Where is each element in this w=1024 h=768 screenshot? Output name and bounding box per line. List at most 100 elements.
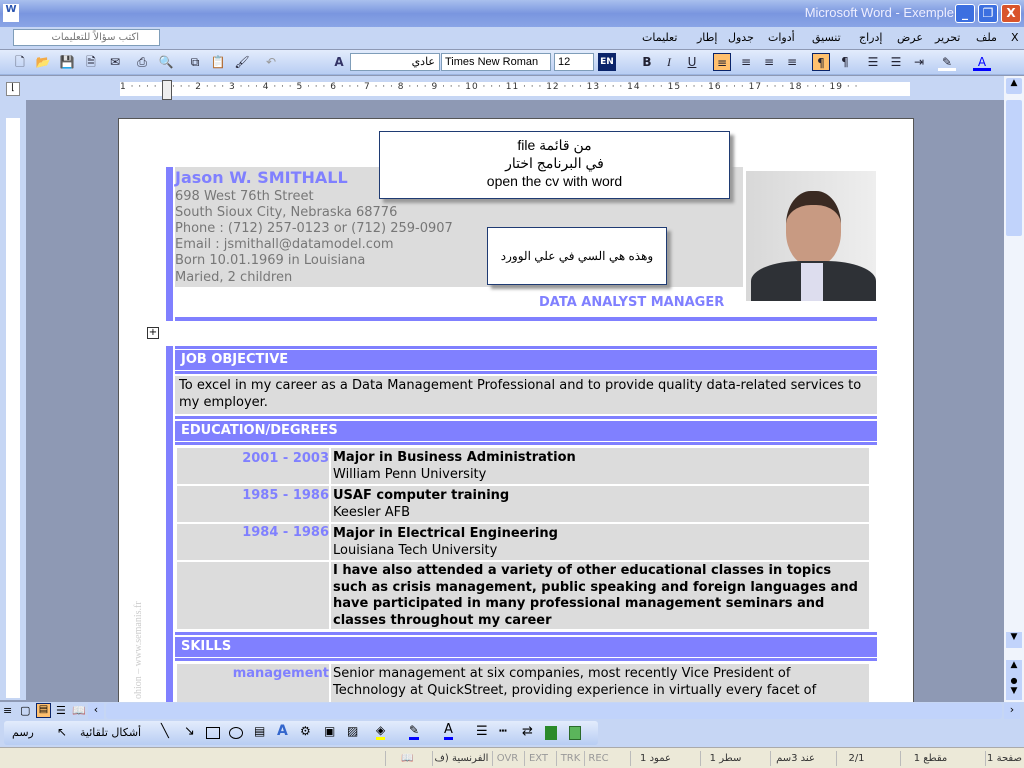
close-button[interactable]: X bbox=[1001, 4, 1021, 23]
horizontal-scroll-thumb[interactable] bbox=[106, 703, 1002, 719]
indent-icon[interactable]: ⇥ bbox=[910, 53, 928, 71]
wordart-icon[interactable]: A bbox=[277, 723, 288, 739]
align-center-icon[interactable]: ≡ bbox=[737, 53, 755, 71]
menu-frame[interactable]: إطار bbox=[697, 31, 717, 44]
ltr-icon[interactable]: ¶ bbox=[812, 53, 830, 71]
highlight-icon[interactable]: ✎ bbox=[938, 53, 956, 71]
scroll-down-arrow-icon[interactable]: ▼ bbox=[1006, 632, 1022, 648]
undo-icon[interactable]: ↶ bbox=[262, 53, 280, 71]
open-icon[interactable]: 📂 bbox=[34, 53, 52, 71]
callout-note[interactable]: وهذه هي السي في علي الوورد bbox=[487, 227, 667, 285]
dash-style-icon[interactable]: ┅ bbox=[499, 724, 507, 739]
font-select[interactable]: Times New Roman bbox=[441, 53, 551, 71]
styles-icon[interactable]: A bbox=[330, 53, 348, 71]
outline-view-icon[interactable]: ☰ bbox=[56, 704, 66, 717]
callout-line: في البرنامج اختار bbox=[505, 155, 604, 171]
numbering-icon[interactable]: ☰ bbox=[864, 53, 882, 71]
print-icon[interactable]: ⎙ bbox=[133, 53, 151, 71]
menu-edit[interactable]: تحرير bbox=[935, 31, 960, 44]
status-ext[interactable]: EXT bbox=[524, 751, 552, 766]
reading-view-icon[interactable]: 📖 bbox=[72, 704, 86, 717]
language-button[interactable]: EN bbox=[598, 53, 616, 71]
diagram-icon[interactable]: ⚙ bbox=[300, 724, 311, 738]
close-document-button[interactable]: X bbox=[1011, 31, 1019, 44]
font-size-select[interactable]: 12 bbox=[554, 53, 594, 71]
profile-photo[interactable] bbox=[746, 171, 876, 301]
fill-color-icon[interactable]: ◈ bbox=[376, 723, 386, 740]
table-move-handle-icon[interactable]: + bbox=[147, 327, 159, 339]
normal-view-icon[interactable]: ≡ bbox=[3, 704, 12, 717]
arrow-icon[interactable]: ↘ bbox=[184, 724, 195, 739]
line-style-icon[interactable]: ☰ bbox=[476, 724, 488, 739]
scroll-up-arrow-icon[interactable]: ▲ bbox=[1006, 78, 1022, 94]
vertical-ruler[interactable] bbox=[6, 118, 20, 698]
line-icon[interactable]: ╲ bbox=[161, 724, 169, 739]
scroll-left-arrow-icon[interactable]: ‹ bbox=[88, 703, 104, 719]
menu-format[interactable]: تنسيق bbox=[812, 31, 841, 44]
section-rule bbox=[175, 346, 877, 349]
browse-object-icon[interactable]: ● bbox=[1006, 676, 1022, 686]
status-ovr[interactable]: OVR bbox=[492, 751, 522, 766]
select-objects-icon[interactable]: ↖ bbox=[57, 725, 67, 739]
vertical-scrollbar[interactable]: ▲ ▼ ▲ ● ▼ bbox=[1004, 76, 1024, 702]
3d-icon[interactable] bbox=[569, 726, 581, 740]
ask-question-input[interactable]: اكتب سؤالاً للتعليمات bbox=[13, 29, 160, 46]
menu-view[interactable]: عرض bbox=[897, 31, 923, 44]
menu-tools[interactable]: أدوات bbox=[768, 31, 795, 44]
restore-button[interactable]: ❐ bbox=[978, 4, 998, 23]
status-language[interactable]: الفرنسية (ف bbox=[432, 751, 490, 766]
menu-help[interactable]: تعليمات bbox=[642, 31, 677, 44]
menu-table[interactable]: جدول bbox=[728, 31, 754, 44]
draw-menu[interactable]: رسم bbox=[12, 726, 34, 739]
bold-button[interactable]: B bbox=[638, 53, 656, 71]
textbox-icon[interactable]: ▤ bbox=[254, 724, 265, 738]
align-right-icon[interactable]: ≡ bbox=[760, 53, 778, 71]
autoshapes-menu[interactable]: أشكال تلقائية bbox=[80, 726, 141, 739]
underline-button[interactable]: U bbox=[683, 53, 701, 71]
paste-icon[interactable]: 📋 bbox=[209, 53, 227, 71]
align-left-icon[interactable]: ≡ bbox=[713, 53, 731, 71]
menu-file[interactable]: ملف bbox=[976, 31, 997, 44]
font-color-icon[interactable]: A bbox=[973, 53, 991, 71]
contact-phone: Phone : (712) 257-0123 or (712) 259-0907 bbox=[175, 221, 453, 236]
picture-icon[interactable]: ▨ bbox=[347, 724, 358, 738]
scroll-right-arrow-icon[interactable]: › bbox=[1004, 703, 1020, 719]
status-trk[interactable]: TRK bbox=[556, 751, 584, 766]
spelling-status-icon[interactable]: 📖 bbox=[385, 751, 429, 766]
scroll-thumb[interactable] bbox=[1006, 100, 1022, 236]
clipart-icon[interactable]: ▣ bbox=[324, 724, 335, 738]
previous-page-icon[interactable]: ▲ bbox=[1006, 660, 1022, 676]
style-select[interactable]: عادي bbox=[350, 53, 440, 71]
status-rec[interactable]: REC bbox=[584, 751, 612, 766]
next-page-icon[interactable]: ▼ bbox=[1006, 686, 1022, 700]
rectangle-icon[interactable] bbox=[206, 727, 220, 739]
tab-selector[interactable]: ⌊ bbox=[6, 82, 20, 96]
new-icon[interactable]: 🗋 bbox=[11, 53, 29, 71]
indent-marker[interactable] bbox=[162, 80, 172, 100]
horizontal-ruler[interactable]: 1 · · · · 1 · · · 2 · · · 3 · · · 4 · · … bbox=[120, 82, 910, 96]
arrow-style-icon[interactable]: ⇄ bbox=[522, 724, 533, 739]
document-page[interactable]: Jason W. SMITHALL 698 West 76th Street S… bbox=[118, 118, 914, 718]
email-icon[interactable]: ✉ bbox=[106, 53, 124, 71]
callout-instructions[interactable]: file من قائمة في البرنامج اختار open the… bbox=[379, 131, 730, 199]
drawing-toolbar: رسم ↖ أشكال تلقائية ╲ ↘ ▤ A ⚙ ▣ ▨ ◈ ✎ A … bbox=[4, 721, 598, 745]
bullets-icon[interactable]: ☰ bbox=[887, 53, 905, 71]
oval-icon[interactable] bbox=[229, 727, 243, 739]
menu-insert[interactable]: إدراج bbox=[859, 31, 882, 44]
web-view-icon[interactable]: ▢ bbox=[20, 704, 30, 717]
line-color-icon[interactable]: ✎ bbox=[409, 723, 420, 740]
minimize-button[interactable]: _ bbox=[955, 4, 975, 23]
justify-icon[interactable]: ≡ bbox=[783, 53, 801, 71]
italic-button[interactable]: I bbox=[660, 53, 678, 71]
copy-icon[interactable]: ⧉ bbox=[186, 53, 204, 71]
permission-icon[interactable]: 🗎 bbox=[82, 53, 100, 71]
word-app-icon[interactable]: W bbox=[3, 4, 19, 22]
print-layout-view-icon[interactable]: ▤ bbox=[36, 703, 51, 718]
font-color-draw-icon[interactable]: A bbox=[444, 722, 453, 740]
format-painter-icon[interactable]: 🖌 bbox=[233, 53, 251, 71]
section-rule bbox=[175, 658, 877, 661]
save-icon[interactable]: 💾 bbox=[58, 53, 76, 71]
rtl-icon[interactable]: ¶ bbox=[836, 53, 854, 71]
print-preview-icon[interactable]: 🔍 bbox=[157, 53, 175, 71]
shadow-icon[interactable] bbox=[545, 726, 557, 740]
